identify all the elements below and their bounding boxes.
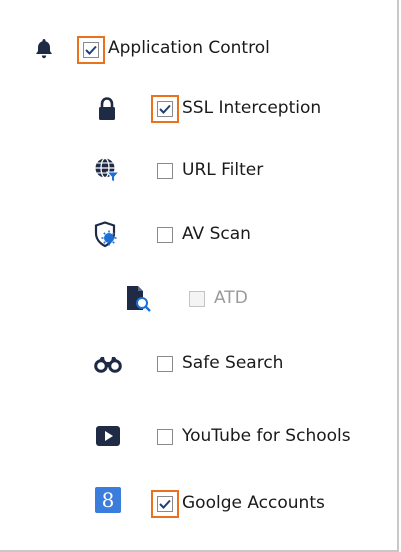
- safe-search-label: Safe Search: [182, 353, 284, 373]
- checkbox-box: [157, 356, 173, 372]
- panel-frame: [0, 0, 399, 552]
- checkbox-box: [157, 101, 173, 117]
- youtube-for-schools-checkbox[interactable]: [151, 423, 179, 451]
- safe-search-checkbox[interactable]: [151, 350, 179, 378]
- av-scan-checkbox[interactable]: [151, 221, 179, 249]
- application-control-checkbox[interactable]: [77, 36, 105, 64]
- atd-checkbox[interactable]: [183, 285, 211, 313]
- google-icon: 8: [95, 487, 121, 513]
- binoculars-icon: [94, 354, 122, 374]
- checkbox-box: [83, 42, 99, 58]
- av-scan-label: AV Scan: [182, 224, 251, 244]
- checkbox-box: [157, 429, 173, 445]
- url-filter-label: URL Filter: [182, 160, 264, 180]
- atd-label: ATD: [214, 288, 248, 308]
- document-search-icon: [124, 284, 152, 314]
- checkbox-box: [157, 227, 173, 243]
- checkmark-icon: [159, 499, 171, 509]
- bell-icon: [34, 38, 54, 60]
- google-accounts-checkbox[interactable]: [151, 490, 179, 518]
- play-button-icon: [94, 424, 122, 448]
- checkmark-icon: [85, 45, 97, 55]
- checkbox-box: [189, 291, 205, 307]
- ssl-interception-label: SSL Interception: [182, 98, 322, 118]
- application-control-label: Application Control: [108, 38, 270, 58]
- url-filter-checkbox[interactable]: [151, 157, 179, 185]
- lock-icon: [96, 96, 118, 122]
- ssl-interception-checkbox[interactable]: [151, 95, 179, 123]
- checkbox-box: [157, 496, 173, 512]
- checkmark-icon: [159, 104, 171, 114]
- youtube-for-schools-label: YouTube for Schools: [182, 426, 351, 446]
- checkbox-box: [157, 163, 173, 179]
- google-accounts-label: Goolge Accounts: [182, 493, 325, 513]
- globe-filter-icon: [94, 157, 120, 183]
- shield-virus-icon: [94, 221, 120, 249]
